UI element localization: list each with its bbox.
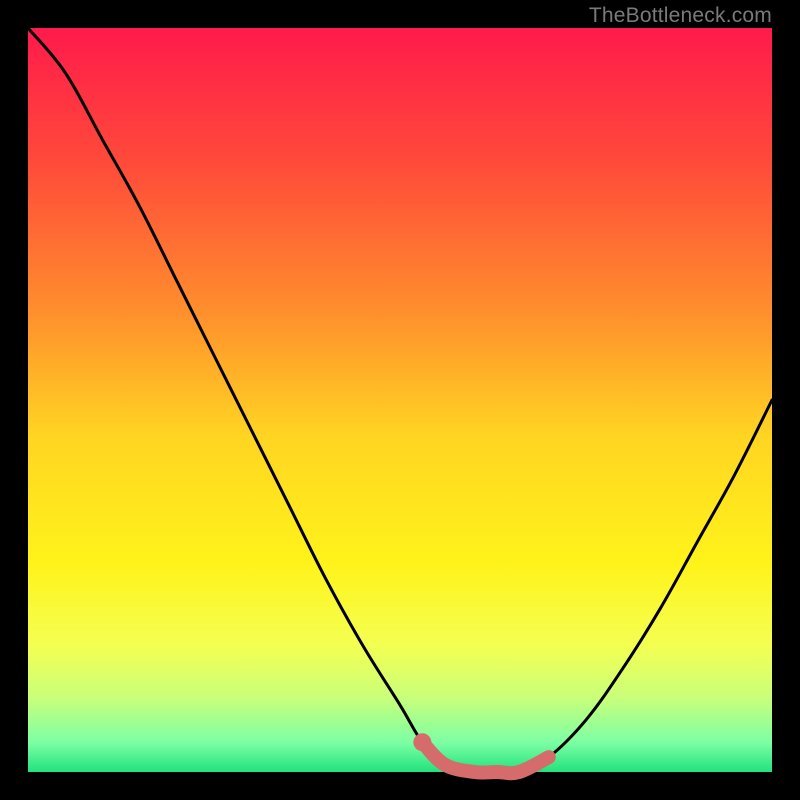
watermark-text: TheBottleneck.com [589, 4, 772, 28]
chart-container: TheBottleneck.com [0, 0, 800, 800]
optimal-range-start-dot [413, 733, 431, 751]
chart-svg [28, 28, 772, 772]
optimal-range-highlight [422, 742, 548, 773]
plot-area [28, 28, 772, 772]
bottleneck-curve [28, 28, 772, 773]
